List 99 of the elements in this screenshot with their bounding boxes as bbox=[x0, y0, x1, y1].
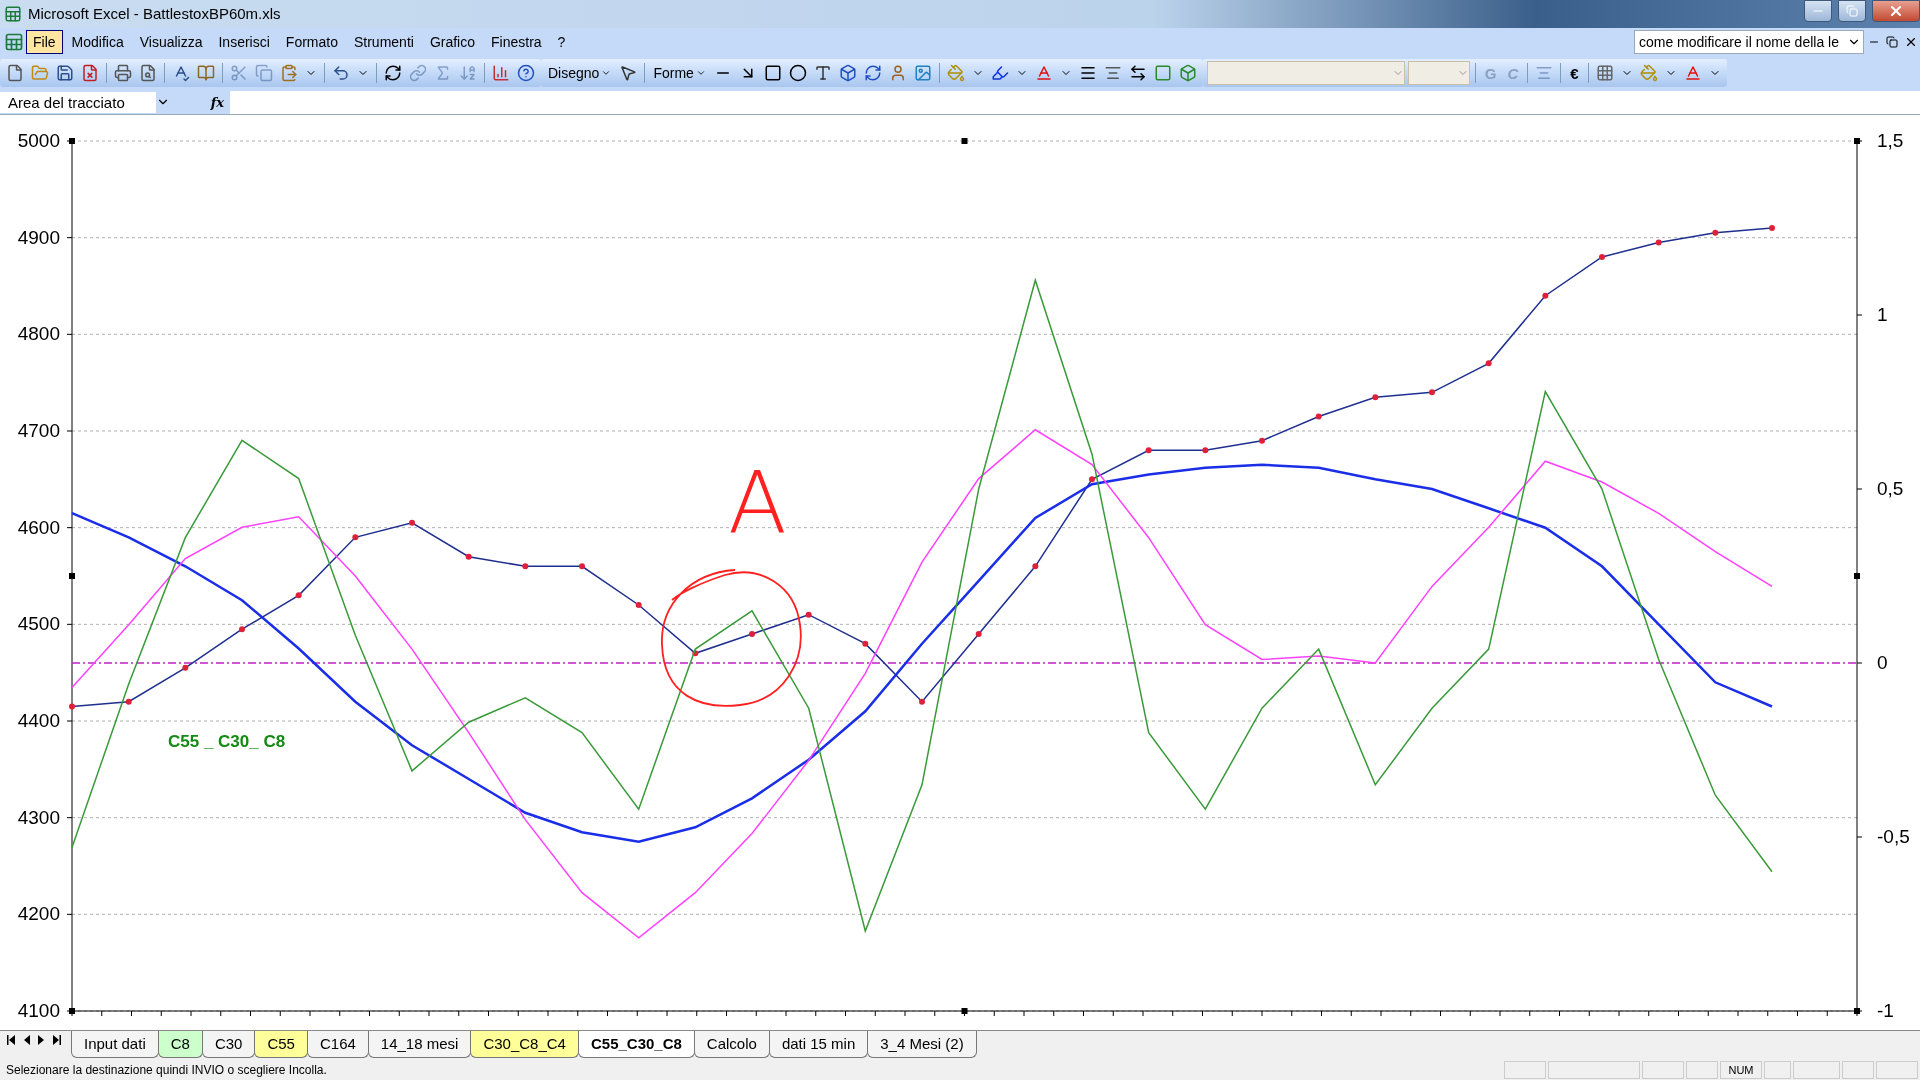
axis-tick-label: 4500 bbox=[17, 613, 60, 635]
menu-item[interactable]: ? bbox=[550, 29, 573, 54]
selection-handle[interactable] bbox=[69, 1007, 75, 1014]
pointer-icon[interactable] bbox=[619, 64, 638, 83]
sheet-tab[interactable]: Input dati bbox=[71, 1030, 159, 1058]
research-icon[interactable] bbox=[197, 64, 215, 83]
status-panel bbox=[1504, 1061, 1546, 1080]
draw-menu[interactable]: Disegno bbox=[545, 63, 615, 84]
next-sheet-icon[interactable] bbox=[37, 1034, 46, 1045]
menu-item[interactable]: Formato bbox=[278, 29, 345, 54]
axis-tick-label: 5000 bbox=[17, 129, 60, 151]
shapes-menu[interactable]: Forme bbox=[650, 63, 709, 84]
wordart-icon[interactable] bbox=[838, 64, 857, 83]
sheet-tab[interactable]: dati 15 min bbox=[768, 1030, 869, 1058]
restore-icon[interactable] bbox=[1886, 35, 1898, 48]
menu-item[interactable]: Modifica bbox=[64, 29, 131, 54]
sheet-tab[interactable]: 14_18 mesi bbox=[367, 1030, 472, 1058]
status-panel bbox=[1686, 1061, 1718, 1080]
excel-logo-icon bbox=[4, 4, 22, 23]
selection-handle[interactable] bbox=[961, 1007, 968, 1014]
status-indicator: NUM bbox=[1720, 1061, 1762, 1080]
picture-icon[interactable] bbox=[913, 64, 932, 83]
axis-tick-label: 4200 bbox=[17, 903, 60, 925]
axis-tick-label: 4300 bbox=[17, 806, 60, 828]
line-color-icon[interactable] bbox=[990, 64, 1009, 83]
selection-handle[interactable] bbox=[1854, 1007, 1860, 1014]
sheet-tab[interactable]: C8 bbox=[157, 1030, 203, 1058]
chart-wizard-icon[interactable] bbox=[492, 64, 510, 83]
sheet-tab[interactable]: C55 bbox=[254, 1030, 308, 1058]
first-sheet-icon[interactable] bbox=[7, 1034, 16, 1045]
rectangle-icon[interactable] bbox=[763, 64, 782, 83]
axis-tick-label: -1 bbox=[1877, 999, 1894, 1021]
name-box[interactable]: Area del tracciato fx bbox=[0, 90, 230, 114]
axis-tick-label: 1,5 bbox=[1877, 129, 1904, 151]
currency-button[interactable]: € bbox=[1566, 62, 1583, 84]
series-label: C55 _ C30_ C8 bbox=[168, 731, 286, 751]
axis-tick-label: 4900 bbox=[17, 226, 60, 248]
selection-handle[interactable] bbox=[1854, 137, 1860, 144]
print-preview-icon[interactable] bbox=[139, 64, 157, 83]
print-icon[interactable] bbox=[114, 64, 132, 83]
axis-tick-label: 4100 bbox=[17, 999, 60, 1021]
axis-tick-label: 4800 bbox=[17, 323, 60, 345]
sheet-tab[interactable]: C30 bbox=[201, 1030, 256, 1058]
undo-icon[interactable] bbox=[332, 64, 350, 83]
status-panel bbox=[1642, 1061, 1684, 1080]
axis-tick-label: 4600 bbox=[17, 516, 60, 538]
borders-icon[interactable] bbox=[1595, 64, 1614, 83]
axis-tick-label: -0,5 bbox=[1877, 825, 1910, 847]
minimize-button[interactable] bbox=[1804, 0, 1832, 22]
menu-item[interactable]: Grafico bbox=[422, 29, 482, 54]
permission-icon[interactable] bbox=[81, 64, 99, 83]
arrow-style-icon[interactable] bbox=[1128, 64, 1147, 83]
axis-tick-label: 4400 bbox=[17, 709, 60, 731]
font-color-icon[interactable] bbox=[1034, 64, 1053, 83]
status-panel bbox=[1764, 1061, 1791, 1080]
text-box-icon[interactable] bbox=[813, 64, 832, 83]
axis-tick-label: 0 bbox=[1877, 651, 1888, 673]
axis-tick-label: 4700 bbox=[17, 419, 60, 441]
menu-item[interactable]: Visualizza bbox=[132, 29, 210, 54]
restore-button[interactable] bbox=[1838, 0, 1866, 22]
paste-icon[interactable] bbox=[280, 64, 298, 83]
oval-icon[interactable] bbox=[788, 64, 807, 83]
axis-tick-label: 1 bbox=[1877, 303, 1888, 325]
sheet-tab[interactable]: C55_C30_C8 bbox=[577, 1030, 695, 1058]
sheet-tab[interactable]: Calcolo bbox=[693, 1030, 770, 1058]
window-title: Microsoft Excel - BattlestoxBP60m.xls bbox=[28, 5, 281, 23]
diagram-icon[interactable] bbox=[863, 64, 882, 83]
workbook-icon[interactable] bbox=[4, 31, 24, 52]
sheet-tab[interactable]: C164 bbox=[306, 1030, 369, 1058]
selection-handle[interactable] bbox=[69, 572, 75, 579]
status-panel bbox=[1793, 1061, 1840, 1080]
menu-item[interactable]: Strumenti bbox=[346, 29, 421, 54]
prev-sheet-icon[interactable] bbox=[22, 1034, 31, 1045]
close-button[interactable] bbox=[1872, 0, 1920, 22]
3d-style-icon[interactable] bbox=[1178, 64, 1197, 83]
sheet-tab[interactable]: C30_C8_C4 bbox=[470, 1030, 579, 1058]
menu-item[interactable]: File bbox=[26, 29, 63, 54]
status-panel bbox=[1876, 1061, 1918, 1080]
help-icon[interactable] bbox=[517, 64, 535, 83]
selection-handle[interactable] bbox=[69, 137, 75, 144]
last-sheet-icon[interactable] bbox=[52, 1034, 61, 1045]
status-message: Selezionare la destinazione quindi INVIO o scegliere Incolla. bbox=[6, 1063, 327, 1078]
axis-tick-label: 0,5 bbox=[1877, 477, 1904, 499]
handwritten-annotation: A bbox=[728, 459, 787, 546]
ask-question-field[interactable]: come modificare il nome della le bbox=[1634, 29, 1864, 54]
selection-handle[interactable] bbox=[961, 137, 968, 144]
sheet-tab[interactable]: 3_4 Mesi (2) bbox=[867, 1030, 977, 1058]
status-panel bbox=[1842, 1061, 1874, 1080]
font-color-icon[interactable] bbox=[1683, 64, 1702, 83]
selection-handle[interactable] bbox=[1854, 572, 1860, 579]
function-icon[interactable]: fx bbox=[210, 94, 224, 110]
menu-item[interactable]: Inserisci bbox=[211, 29, 277, 54]
fill-color-icon[interactable] bbox=[1639, 64, 1658, 83]
fill-color-icon[interactable] bbox=[946, 64, 965, 83]
menu-item[interactable]: Finestra bbox=[484, 29, 549, 54]
shadow-icon[interactable] bbox=[1153, 64, 1172, 83]
new-file-icon[interactable] bbox=[6, 64, 24, 83]
save-icon[interactable] bbox=[56, 64, 74, 83]
chart-data-icon[interactable] bbox=[384, 64, 402, 83]
